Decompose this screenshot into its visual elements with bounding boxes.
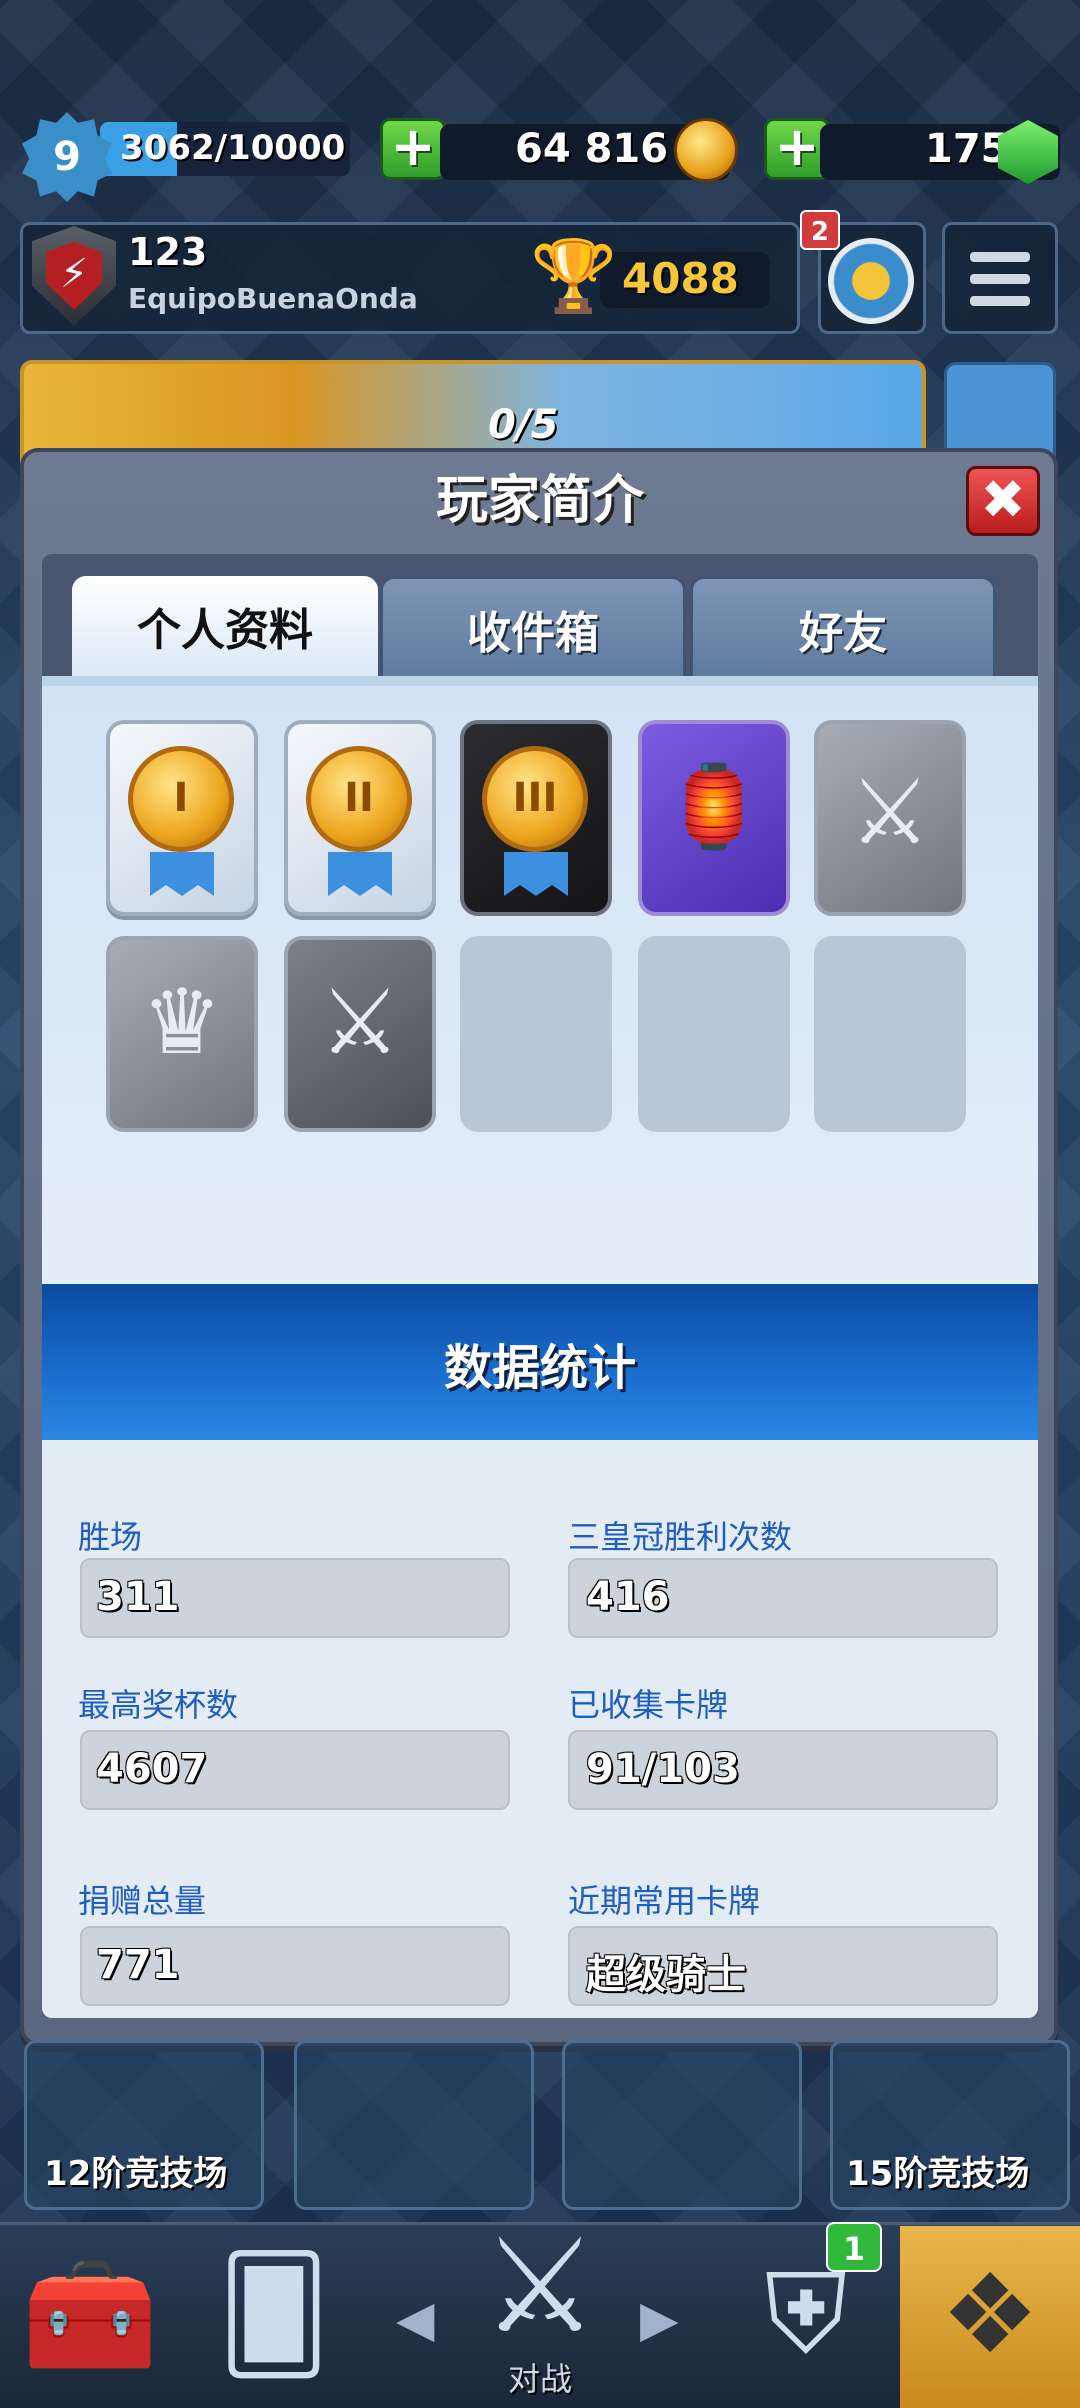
stat-three-crown-label: 三皇冠胜利次数 (568, 1518, 793, 1556)
tab-friends[interactable]: 好友 (690, 576, 996, 676)
close-button[interactable]: ✖ (966, 466, 1040, 536)
empty-badge-slot (638, 936, 790, 1132)
stat-best-trophies-label: 最高奖杯数 (78, 1686, 239, 1724)
arena-slot[interactable] (294, 2040, 534, 2210)
clan-notification-badge: 1 (826, 2222, 882, 2272)
gold-coin-icon (674, 118, 738, 182)
empty-badge-slot (460, 936, 612, 1132)
stats-title: 数据统计 (443, 1340, 636, 1396)
arena-label-left: 12阶竞技场 (44, 2154, 228, 2194)
nav-battle-label: 对战 (507, 2360, 572, 2398)
modal-title: 玩家简介 (435, 471, 644, 531)
stat-donations-label: 捐赠总量 (78, 1882, 207, 1920)
buy-gold-button[interactable]: + (380, 118, 446, 180)
stat-wins-value: 311 (96, 1574, 180, 1620)
hamburger-icon-line (970, 274, 1030, 284)
tab-profile[interactable]: 个人资料 (72, 576, 378, 676)
medal-3-icon: III (482, 746, 588, 852)
chest-badge-icon: 🏮 (664, 760, 764, 853)
arrow-right-icon[interactable]: ▶ (640, 2290, 678, 2348)
chest-icon: 🧰 (21, 2250, 159, 2378)
crown-icon: ♛ (141, 970, 223, 1075)
medal-2-icon: II (306, 746, 412, 852)
sword-wreath-icon: ⚔ (849, 760, 931, 865)
empty-badge-slot (814, 936, 966, 1132)
trophy-icon: 🏆 (530, 235, 618, 317)
xp-text: 3062/10000 (120, 128, 346, 168)
level-badge[interactable]: 9 (22, 112, 112, 202)
stat-wins-label: 胜场 (78, 1518, 143, 1556)
crossed-swords-shield-icon: ⚔ (319, 970, 401, 1075)
crossed-swords-icon[interactable]: ⚔ (450, 2210, 630, 2362)
hamburger-icon-line (970, 296, 1030, 306)
laurel-card-icon: ❖ (940, 2250, 1040, 2378)
medal-1-icon: I (128, 746, 234, 852)
stat-donations-value: 771 (96, 1942, 180, 1988)
arrow-left-icon[interactable]: ◀ (396, 2290, 434, 2348)
stat-cards-found-value: 91/103 (586, 1746, 740, 1792)
gem-amount: 175 (925, 126, 1009, 172)
top-bar: 9 3062/10000 + 64 816 + 175 ⚡ 123 Equipo… (0, 0, 1080, 480)
arena-slot[interactable] (562, 2040, 802, 2210)
tab-inbox[interactable]: 收件箱 (380, 576, 686, 676)
banner-progress: 0/5 (488, 402, 559, 448)
stat-best-trophies-value: 4607 (96, 1746, 208, 1792)
stat-three-crown-value: 416 (586, 1574, 670, 1620)
trophy-count: 4088 (622, 254, 739, 303)
cards-icon: 🂠 (217, 2250, 331, 2378)
stat-fav-card-value: 超级骑士 (586, 1952, 746, 1998)
gold-amount: 64 816 (515, 126, 669, 172)
stat-fav-card-label: 近期常用卡牌 (568, 1882, 761, 1920)
stat-cards-found-label: 已收集卡牌 (568, 1686, 729, 1724)
hamburger-icon (970, 252, 1030, 262)
clan-number: 123 (128, 230, 208, 274)
crown-icon (828, 238, 914, 324)
arena-label-right: 15阶竞技场 (846, 2154, 1030, 2194)
clan-name: EquipoBuenaOnda (128, 282, 418, 315)
notification-badge: 2 (800, 210, 840, 250)
